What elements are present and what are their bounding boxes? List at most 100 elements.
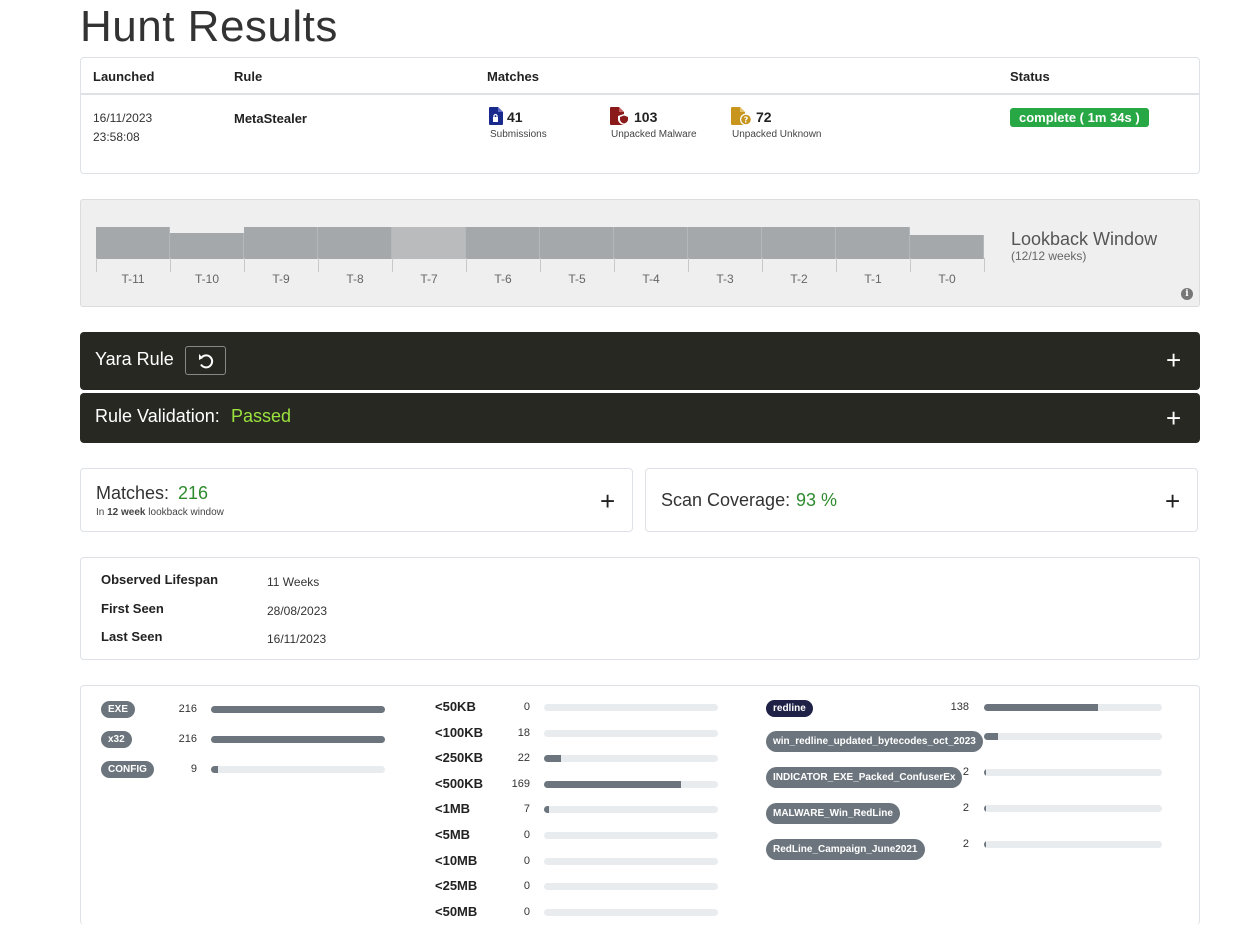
header-status: Status (1010, 69, 1050, 84)
file-size-label: <250KB (435, 750, 484, 765)
yara-hit-tag[interactable]: win_redline_updated_bytecodes_oct_2023 (766, 731, 983, 752)
lookback-tick (318, 258, 319, 272)
lookback-bar (244, 227, 318, 259)
rule-name[interactable]: MetaStealer (234, 111, 307, 126)
lookback-week-t-9[interactable] (244, 227, 318, 259)
lookback-week-label: T-5 (568, 272, 586, 286)
file-size-count: 22 (517, 752, 530, 764)
rule-validation-panel[interactable]: Rule Validation: Passed + (80, 393, 1200, 443)
file-shield-icon (610, 107, 630, 125)
file-size-bar-fill (544, 755, 562, 762)
file-size-bar (544, 755, 718, 762)
yara-hit-bar (984, 841, 1162, 848)
undo-icon (199, 354, 214, 369)
yara-hit-tag[interactable]: redline (766, 700, 813, 717)
scan-coverage-card[interactable]: Scan Coverage: 93 % + (645, 468, 1198, 532)
yara-hit-tag[interactable]: INDICATOR_EXE_Packed_ConfuserEx (766, 767, 963, 788)
lookback-week-label: T-4 (642, 272, 660, 286)
lookback-subtitle: (12/12 weeks) (1011, 249, 1087, 263)
lookback-bar (688, 227, 762, 259)
file-type-tag[interactable]: x32 (101, 731, 132, 748)
lookback-week-t-0[interactable] (910, 227, 984, 259)
lookback-week-label: T-9 (272, 272, 290, 286)
file-size-count: 0 (523, 829, 530, 841)
reset-rule-button[interactable] (185, 346, 226, 375)
file-type-bar (211, 766, 385, 773)
yara-hit-tag[interactable]: RedLine_Campaign_June2021 (766, 839, 925, 860)
last-seen-label: Last Seen (101, 629, 163, 644)
table-header: Launched Rule Matches Status (81, 58, 1199, 95)
hunt-results-table: Launched Rule Matches Status 16/11/2023 … (80, 57, 1200, 174)
lookback-tick (466, 258, 467, 272)
scan-coverage-value: 93 % (796, 490, 838, 510)
expand-coverage-plus-icon[interactable]: + (1165, 488, 1180, 514)
file-size-bar (544, 781, 718, 788)
file-size-bar (544, 704, 718, 711)
matches-subtext: In 12 week lookback window (96, 507, 224, 518)
file-type-count: 216 (178, 703, 197, 715)
lookback-week-t-1[interactable] (836, 227, 910, 259)
header-launched: Launched (93, 69, 155, 84)
lookback-week-label: T-10 (194, 272, 219, 286)
lookback-week-t-6[interactable] (466, 227, 540, 259)
matches-card[interactable]: Matches: 216 In 12 week lookback window … (80, 468, 633, 532)
submissions-label: Submissions (490, 129, 547, 140)
file-size-label: <50KB (435, 699, 476, 714)
yara-hit-bar-fill (984, 805, 986, 812)
lookback-tick (244, 258, 245, 272)
file-size-bar (544, 858, 718, 865)
lookback-week-t-8[interactable] (318, 227, 392, 259)
file-type-tag[interactable]: CONFIG (101, 761, 154, 778)
observed-lifespan-label: Observed Lifespan (101, 572, 219, 587)
scan-coverage-label: Scan Coverage: (661, 490, 791, 510)
lookback-week-label: T-2 (790, 272, 808, 286)
file-type-tag[interactable]: EXE (101, 701, 136, 718)
lookback-tick (984, 258, 985, 272)
lookback-bar (392, 227, 466, 259)
info-icon[interactable]: i (1181, 288, 1193, 300)
svg-text:?: ? (744, 116, 749, 125)
lookback-tick (910, 258, 911, 272)
lookback-week-t-3[interactable] (688, 227, 762, 259)
file-lock-icon (489, 107, 503, 125)
lookback-week-label: T-8 (346, 272, 364, 286)
yara-hit-bar-fill (984, 769, 986, 776)
file-size-label: <25MB (435, 878, 478, 893)
file-size-count: 7 (523, 803, 530, 815)
status-badge: complete ( 1m 34s ) (1010, 108, 1149, 127)
file-size-count: 0 (523, 906, 530, 918)
lookback-week-t-11[interactable] (96, 227, 170, 259)
lookback-bar (466, 227, 540, 259)
yara-hit-count: 2 (962, 838, 969, 850)
lookback-bar (540, 227, 614, 259)
expand-validation-plus-icon[interactable]: + (1166, 405, 1181, 431)
lookback-bar (910, 235, 984, 259)
observed-lifespan-value: 11 Weeks (267, 575, 320, 589)
rule-validation-result: Passed (231, 406, 292, 426)
lookback-week-t-4[interactable] (614, 227, 688, 259)
unpacked-unknown-count: 72 (756, 109, 772, 125)
unpacked-malware-label: Unpacked Malware (611, 129, 697, 140)
lookback-tick (762, 258, 763, 272)
yara-hit-bar (984, 805, 1162, 812)
lookback-week-t-5[interactable] (540, 227, 614, 259)
file-size-label: <1MB (435, 801, 471, 816)
lookback-week-t-2[interactable] (762, 227, 836, 259)
lookback-week-label: T-7 (420, 272, 438, 286)
lookback-week-label: T-3 (716, 272, 734, 286)
lookback-tick (688, 258, 689, 272)
file-size-count: 169 (511, 778, 530, 790)
file-question-icon: ? (731, 107, 752, 125)
yara-hit-tag[interactable]: MALWARE_Win_RedLine (766, 803, 900, 824)
yara-hit-bar-fill (984, 841, 986, 848)
lookback-week-t-7[interactable] (392, 227, 466, 259)
yara-rule-panel[interactable]: Yara Rule + (80, 332, 1200, 390)
expand-matches-plus-icon[interactable]: + (600, 488, 615, 514)
file-type-count: 216 (178, 733, 197, 745)
file-size-bar-fill (544, 781, 682, 788)
matches-label: Matches: (96, 483, 170, 503)
expand-yara-plus-icon[interactable]: + (1166, 347, 1181, 373)
file-type-bar-fill (211, 706, 385, 713)
first-seen-value: 28/08/2023 (267, 604, 328, 618)
lookback-week-t-10[interactable] (170, 227, 244, 259)
